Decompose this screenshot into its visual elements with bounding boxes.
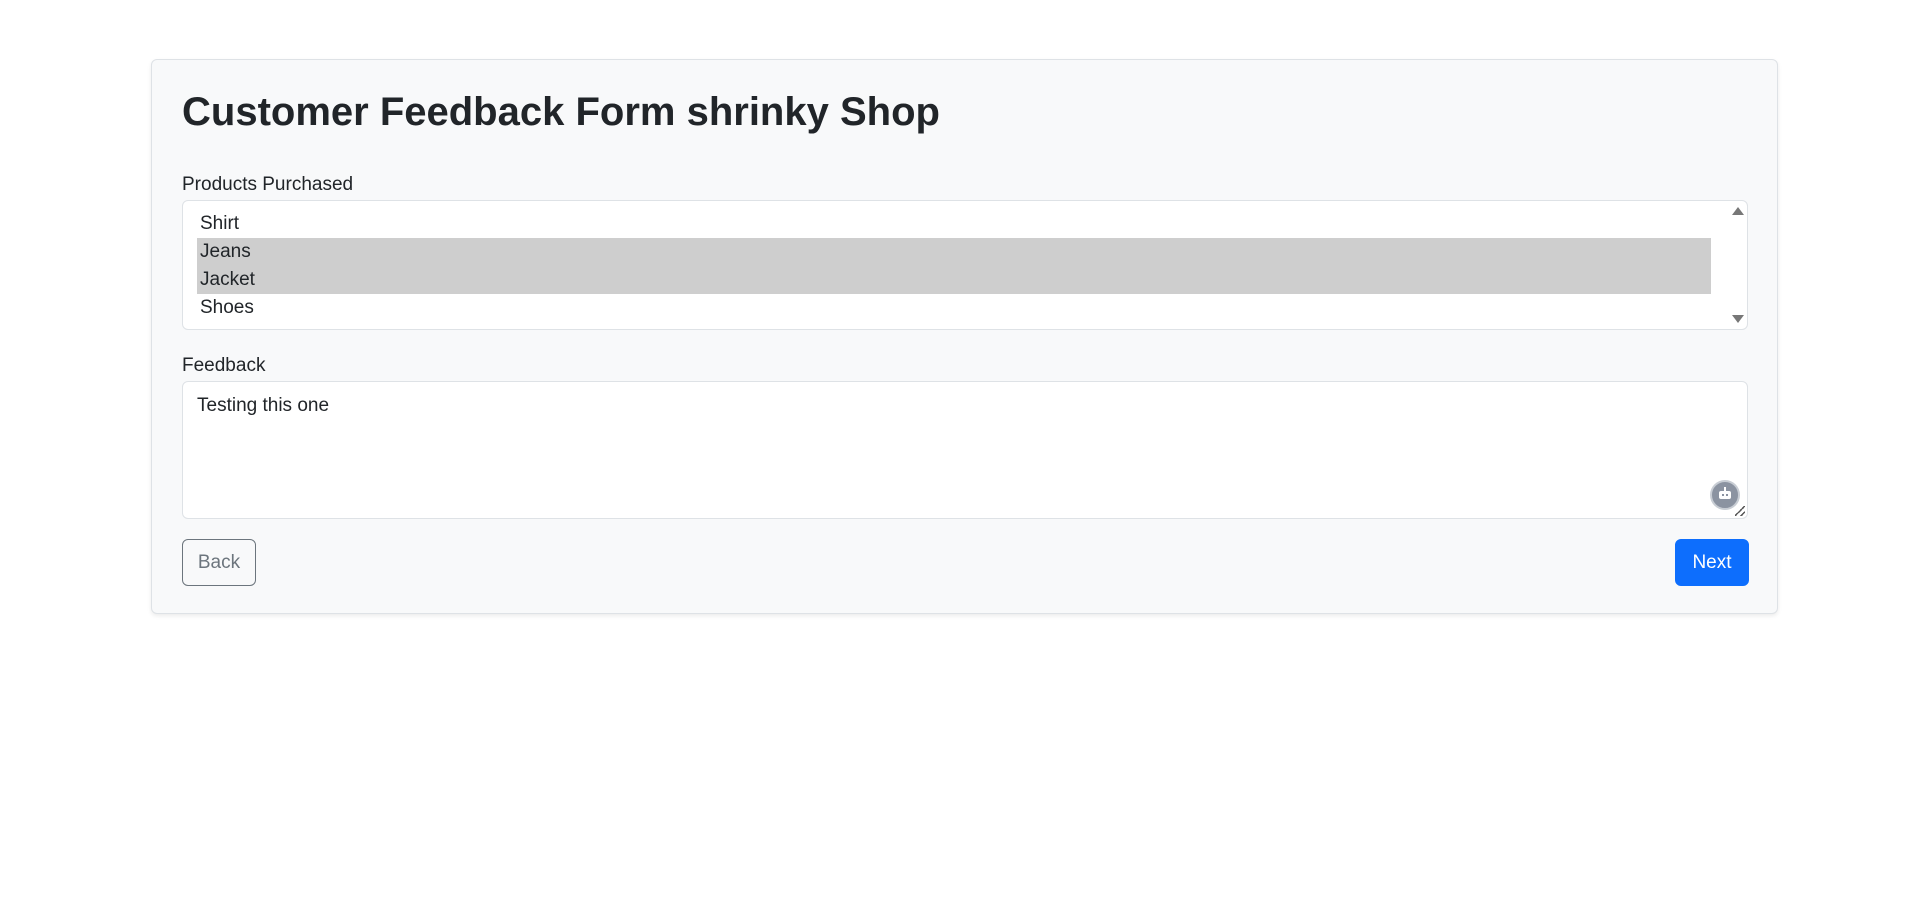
back-button[interactable]: Back (182, 539, 256, 586)
feedback-form-card: Customer Feedback Form shrinky Shop Prod… (151, 59, 1778, 614)
scroll-down-arrow-icon[interactable] (1732, 315, 1744, 323)
products-multiselect[interactable]: Shirt Jeans Jacket Shoes (182, 200, 1748, 330)
feedback-textarea[interactable]: Testing this one (182, 381, 1748, 519)
products-label: Products Purchased (182, 174, 354, 195)
scroll-up-arrow-icon[interactable] (1732, 207, 1744, 215)
page-title: Customer Feedback Form shrinky Shop (182, 90, 940, 134)
products-options: Shirt Jeans Jacket Shoes (197, 210, 1711, 322)
feedback-text: Testing this one (197, 395, 330, 416)
product-option-jacket[interactable]: Jacket (197, 266, 1711, 294)
resize-handle-icon[interactable] (1735, 506, 1745, 516)
robot-face (1719, 491, 1731, 499)
product-option-shoes[interactable]: Shoes (197, 294, 1711, 322)
products-scrollbar[interactable] (1727, 201, 1747, 329)
product-option-jeans[interactable]: Jeans (197, 238, 1711, 266)
next-button[interactable]: Next (1675, 539, 1749, 586)
product-option-shirt[interactable]: Shirt (197, 210, 1711, 238)
feedback-label: Feedback (182, 355, 266, 376)
